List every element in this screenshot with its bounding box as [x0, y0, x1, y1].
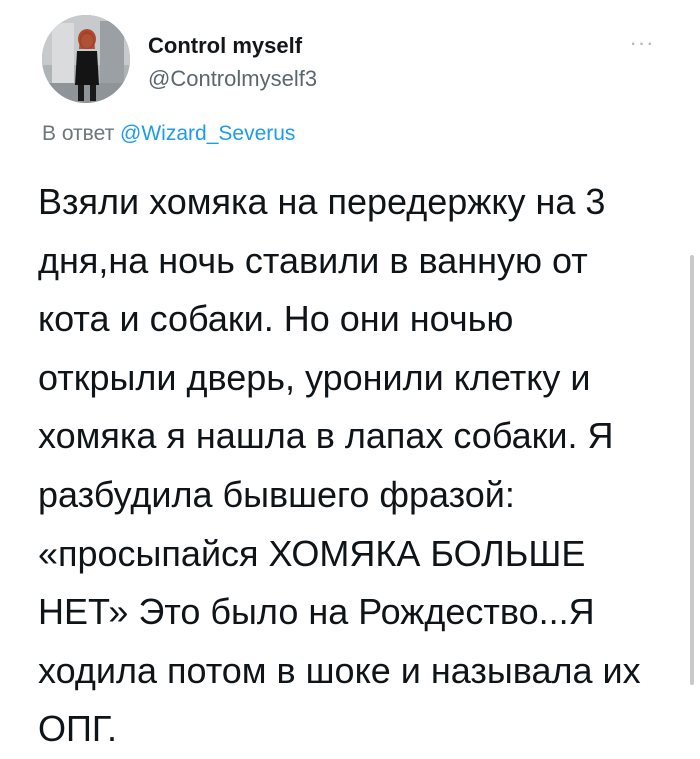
reply-mention-link[interactable]: @Wizard_Severus: [120, 122, 295, 145]
tweet-text-line: Взяли хомяка на передержку на 3: [38, 181, 606, 222]
tweet-text-line: кота и собаки. Но они ночью: [38, 298, 514, 340]
avatar[interactable]: [42, 15, 130, 103]
tweet: Control myself @Controlmyself3 ··· В отв…: [0, 0, 700, 749]
tweet-text-line: открыли дверь, уронили клетку и: [38, 356, 591, 398]
display-name[interactable]: Control myself: [148, 33, 302, 59]
tweet-text: Взяли хомяка на передержку на 3 дня,на н…: [38, 173, 663, 759]
scrollbar-thumb[interactable]: [690, 255, 694, 685]
tweet-text-line: «просыпайся ХОМЯКА БОЛЬШЕ: [38, 532, 586, 574]
tweet-text-line: разбудила бывшего фразой:: [38, 473, 515, 515]
user-photo-avatar-icon: [42, 15, 130, 103]
tweet-text-line: хомяка я нашла в лапах собаки. Я: [38, 415, 614, 457]
reply-context: В ответ @Wizard_Severus: [42, 122, 295, 146]
more-horizontal-icon: ···: [629, 30, 655, 55]
tweet-text-line: дня,на ночь ставили в ванную от: [38, 239, 588, 281]
tweet-text-line: НЕТ» Это было на Рождество...Я: [38, 591, 595, 633]
tweet-text-line: ОПГ.: [38, 708, 117, 750]
user-handle[interactable]: @Controlmyself3: [148, 66, 317, 92]
more-options-button[interactable]: ···: [622, 32, 662, 54]
tweet-text-line: ходила потом в шоке и называла их: [38, 649, 641, 691]
reply-prefix: В ответ: [42, 122, 115, 145]
